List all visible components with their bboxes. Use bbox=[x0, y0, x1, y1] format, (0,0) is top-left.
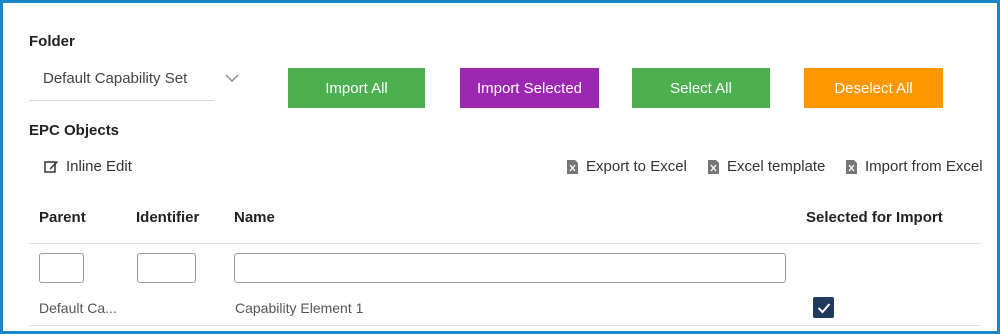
selected-for-import-checkbox[interactable] bbox=[813, 297, 834, 318]
import-from-excel-button[interactable]: Import from Excel bbox=[846, 158, 983, 175]
deselect-all-button[interactable]: Deselect All bbox=[804, 68, 943, 108]
chevron-down-icon[interactable] bbox=[225, 71, 239, 85]
select-all-button[interactable]: Select All bbox=[632, 68, 770, 108]
import-all-button[interactable]: Import All bbox=[288, 68, 425, 108]
import-from-excel-label: Import from Excel bbox=[865, 158, 983, 175]
excel-icon bbox=[567, 159, 578, 174]
import-selected-button[interactable]: Import Selected bbox=[460, 68, 599, 108]
export-to-excel-label: Export to Excel bbox=[586, 158, 687, 175]
excel-icon bbox=[846, 159, 857, 174]
import-panel: Folder Default Capability Set Import All… bbox=[0, 0, 1000, 334]
epc-objects-title: EPC Objects bbox=[29, 122, 120, 139]
parent-filter-input[interactable] bbox=[39, 253, 84, 283]
folder-title: Folder bbox=[29, 33, 75, 50]
column-header-name[interactable]: Name bbox=[234, 209, 275, 226]
column-header-identifier[interactable]: Identifier bbox=[136, 209, 199, 226]
folder-selected-value: Default Capability Set bbox=[43, 70, 188, 87]
cell-name: Capability Element 1 bbox=[235, 300, 364, 316]
excel-icon bbox=[708, 159, 719, 174]
export-to-excel-button[interactable]: Export to Excel bbox=[567, 158, 687, 175]
excel-template-button[interactable]: Excel template bbox=[708, 158, 825, 175]
folder-dropdown[interactable]: Default Capability Set bbox=[29, 58, 214, 101]
excel-template-label: Excel template bbox=[727, 158, 826, 175]
check-icon bbox=[817, 302, 830, 313]
inline-edit-label: Inline Edit bbox=[66, 158, 132, 175]
column-header-selected-for-import[interactable]: Selected for Import bbox=[806, 209, 943, 226]
inline-edit-button[interactable]: Inline Edit bbox=[44, 158, 132, 175]
edit-icon bbox=[44, 161, 58, 173]
cell-parent: Default Ca... bbox=[39, 300, 117, 316]
identifier-filter-input[interactable] bbox=[137, 253, 196, 283]
header-divider bbox=[29, 243, 981, 244]
row-divider bbox=[29, 325, 981, 326]
name-filter-input[interactable] bbox=[234, 253, 786, 283]
column-header-parent[interactable]: Parent bbox=[39, 209, 86, 226]
